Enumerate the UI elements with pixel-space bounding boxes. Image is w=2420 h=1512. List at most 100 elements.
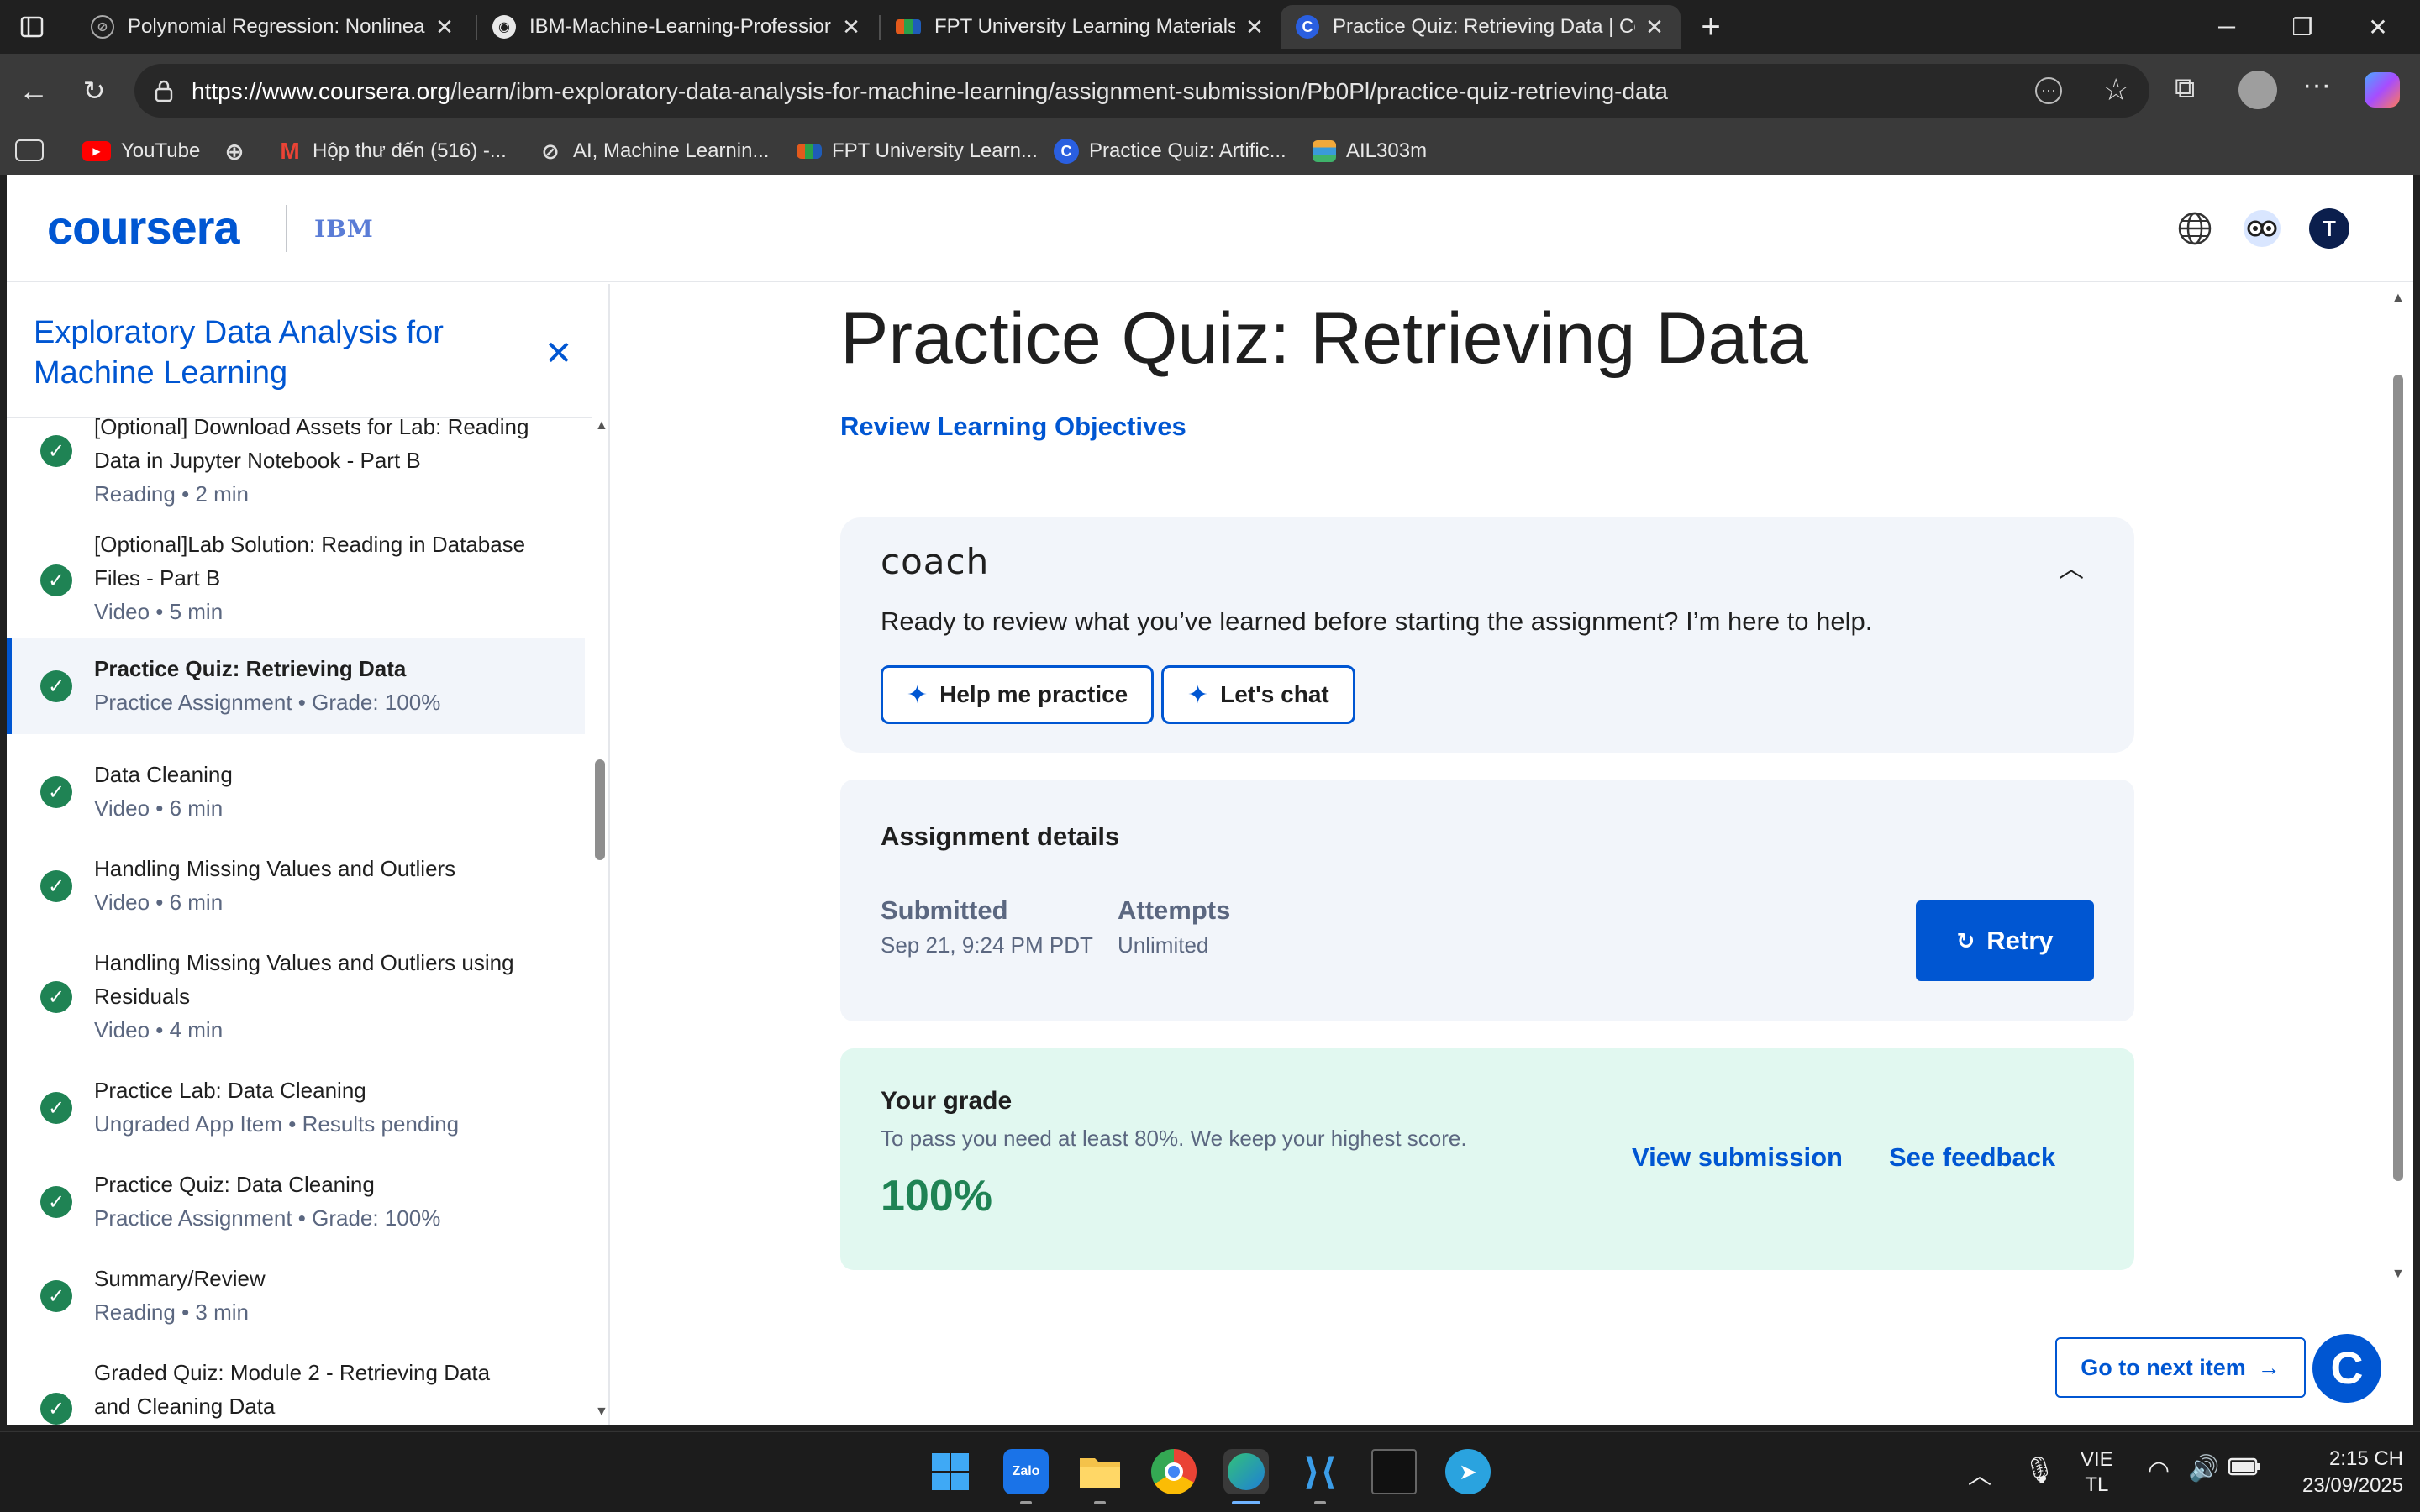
item-title: Graded Quiz: Module 2 - Retrieving Data … [94, 1360, 491, 1419]
profile-avatar-icon[interactable] [2238, 71, 2277, 109]
scroll-up-icon[interactable]: ▲ [2391, 291, 2405, 306]
address-bar[interactable]: https://www.coursera.org/learn/ibm-explo… [134, 64, 2149, 118]
item-meta: Video • 4 min [94, 1017, 224, 1042]
vscode-icon[interactable]: ⟩⟨ [1297, 1449, 1343, 1494]
bookmark-ai-ml[interactable]: ⊘ AI, Machine Learnin... [538, 136, 769, 166]
running-indicator [1314, 1501, 1326, 1504]
reload-button[interactable]: ↻ [74, 71, 114, 111]
list-item[interactable]: ✓ [Optional]Lab Solution: Reading in Dat… [7, 528, 585, 624]
grade-title: Your grade [881, 1087, 1013, 1115]
lock-icon[interactable] [153, 79, 175, 107]
item-title: [Optional] Download Assets for Lab: Read… [94, 417, 529, 473]
bookmark-ail303m[interactable]: AIL303m [1313, 136, 1427, 166]
list-item[interactable]: ✓ [Optional] Download Assets for Lab: Re… [7, 417, 585, 507]
course-title[interactable]: Exploratory Data Analysis for Machine Le… [34, 312, 504, 393]
user-avatar[interactable]: T [2309, 208, 2349, 249]
go-to-next-item-button[interactable]: Go to next item → [2055, 1337, 2306, 1398]
sidebar-scrollbar[interactable]: ▲ ▼ [592, 417, 608, 1425]
main-scrollbar[interactable]: ▲ ▼ [2388, 291, 2408, 1284]
list-item[interactable]: ✓ Practice Quiz: Data Cleaning Practice … [7, 1156, 585, 1240]
list-item[interactable]: ✓ Handling Missing Values and Outliers V… [7, 840, 585, 924]
view-submission-link[interactable]: View submission [1632, 1142, 1843, 1173]
url-text[interactable]: https://www.coursera.org/learn/ibm-explo… [192, 78, 1668, 105]
copilot-icon[interactable] [2365, 72, 2400, 108]
favorite-star-icon[interactable]: ☆ [2102, 72, 2129, 108]
chevron-up-icon[interactable]: ︿ [1968, 1457, 1991, 1491]
microphone-icon[interactable]: 🎙 [2023, 1456, 2055, 1485]
main-scrollbar-thumb[interactable] [2393, 375, 2403, 1181]
list-item[interactable]: ✓ Data Cleaning Video • 6 min [7, 746, 585, 830]
reading-list-icon[interactable] [15, 139, 44, 161]
bookmark-gmail[interactable]: M Hộp thư đến (516) -... [277, 136, 507, 166]
bookmark-label: AI, Machine Learnin... [573, 139, 770, 162]
list-item[interactable]: ✓ Graded Quiz: Module 2 - Retrieving Dat… [7, 1344, 585, 1425]
zalo-icon[interactable]: Zalo [1003, 1449, 1049, 1494]
close-sidebar-icon[interactable]: ✕ [544, 334, 573, 373]
scroll-down-icon[interactable]: ▼ [595, 1404, 608, 1420]
file-explorer-icon[interactable] [1077, 1449, 1123, 1494]
sparkle-icon: ✦ [1187, 680, 1209, 709]
browser-tab[interactable]: FPT University Learning Materials ✕ [881, 5, 1281, 49]
close-icon[interactable]: ✕ [1644, 14, 1665, 40]
item-title: Summary/Review [94, 1266, 266, 1291]
completed-check-icon: ✓ [40, 1092, 72, 1124]
bookmark-coursera-quiz[interactable]: C Practice Quiz: Artific... [1054, 136, 1286, 166]
clock[interactable]: 2:15 CH 23/09/2025 [2302, 1446, 2403, 1499]
completed-check-icon: ✓ [40, 776, 72, 808]
list-item[interactable]: ✓ Practice Lab: Data Cleaning Ungraded A… [7, 1062, 585, 1146]
wifi-icon[interactable]: ◠ [2148, 1456, 2170, 1485]
bookmark-fpt[interactable]: FPT University Learn... [797, 136, 1038, 166]
coursera-logo[interactable]: coursera [47, 200, 240, 255]
restore-button[interactable]: ❐ [2269, 7, 2336, 47]
close-icon[interactable]: ✕ [434, 14, 455, 40]
more-options-icon[interactable]: ··· [2035, 77, 2062, 104]
clock-date: 23/09/2025 [2302, 1474, 2404, 1497]
edge-icon[interactable] [1223, 1449, 1269, 1494]
windows-start-icon[interactable] [928, 1449, 973, 1494]
active-indicator [1232, 1501, 1260, 1504]
minimize-button[interactable]: ─ [2193, 7, 2260, 47]
chrome-icon[interactable] [1151, 1449, 1197, 1494]
extensions-icon[interactable]: ⧉ [2175, 72, 2195, 105]
fpt-icon [896, 19, 921, 34]
close-window-button[interactable]: ✕ [2344, 7, 2412, 47]
coach-owl-icon[interactable] [2242, 208, 2282, 249]
completed-check-icon: ✓ [40, 981, 72, 1013]
scroll-down-icon[interactable]: ▼ [2391, 1267, 2405, 1282]
bookmark-label: Hộp thư đến (516) -... [313, 139, 507, 162]
close-icon[interactable]: ✕ [840, 14, 862, 40]
settings-menu-icon[interactable]: ··· [2302, 69, 2331, 102]
new-tab-button[interactable]: + [1692, 8, 1729, 45]
retry-button[interactable]: ↻ Retry [1916, 900, 2094, 981]
sidebar-scrollbar-thumb[interactable] [595, 759, 605, 860]
review-learning-objectives-link[interactable]: Review Learning Objectives [840, 412, 1186, 442]
browser-tab[interactable]: ◉ IBM-Machine-Learning-Professior ✕ [477, 5, 877, 49]
list-item[interactable]: ✓ Summary/Review Reading • 3 min [7, 1250, 585, 1334]
back-button[interactable]: ← [13, 71, 54, 111]
logo-divider [286, 205, 287, 252]
lets-chat-button[interactable]: ✦ Let's chat [1161, 665, 1355, 724]
button-label: Help me practice [939, 681, 1128, 707]
tab-actions-icon[interactable] [18, 13, 45, 40]
coursera-coach-fab[interactable]: C [2312, 1334, 2381, 1403]
bookmark-globe[interactable]: ⊕ [222, 136, 257, 166]
chevron-up-icon[interactable]: ︿ [2059, 548, 2084, 585]
list-item-active[interactable]: ✓ Practice Quiz: Retrieving Data Practic… [7, 638, 585, 734]
scroll-up-icon[interactable]: ▲ [595, 418, 608, 433]
bookmark-youtube[interactable]: ▶ YouTube [82, 136, 200, 166]
telegram-icon[interactable]: ➤ [1445, 1449, 1491, 1494]
battery-icon[interactable] [2228, 1456, 2260, 1483]
coursera-page: coursera IBM T Exploratory Data Analysis… [7, 175, 2413, 1425]
volume-icon[interactable]: 🔊 [2188, 1454, 2219, 1483]
close-icon[interactable]: ✕ [1244, 14, 1265, 40]
bookmarks-bar: ▶ YouTube ⊕ M Hộp thư đến (516) -... ⊘ A… [0, 128, 2420, 175]
browser-tab-active[interactable]: C Practice Quiz: Retrieving Data | Co ✕ [1281, 5, 1681, 49]
jupyter-icon: ⊘ [91, 15, 114, 39]
list-item[interactable]: ✓ Handling Missing Values and Outliers u… [7, 934, 585, 1052]
terminal-icon[interactable] [1371, 1449, 1417, 1494]
browser-tab[interactable]: ⊘ Polynomial Regression: Nonlinear ✕ [76, 5, 471, 49]
input-language[interactable]: VIE TL [2081, 1447, 2113, 1498]
see-feedback-link[interactable]: See feedback [1889, 1142, 2055, 1173]
language-globe-icon[interactable] [2175, 208, 2215, 249]
help-me-practice-button[interactable]: ✦ Help me practice [881, 665, 1155, 724]
